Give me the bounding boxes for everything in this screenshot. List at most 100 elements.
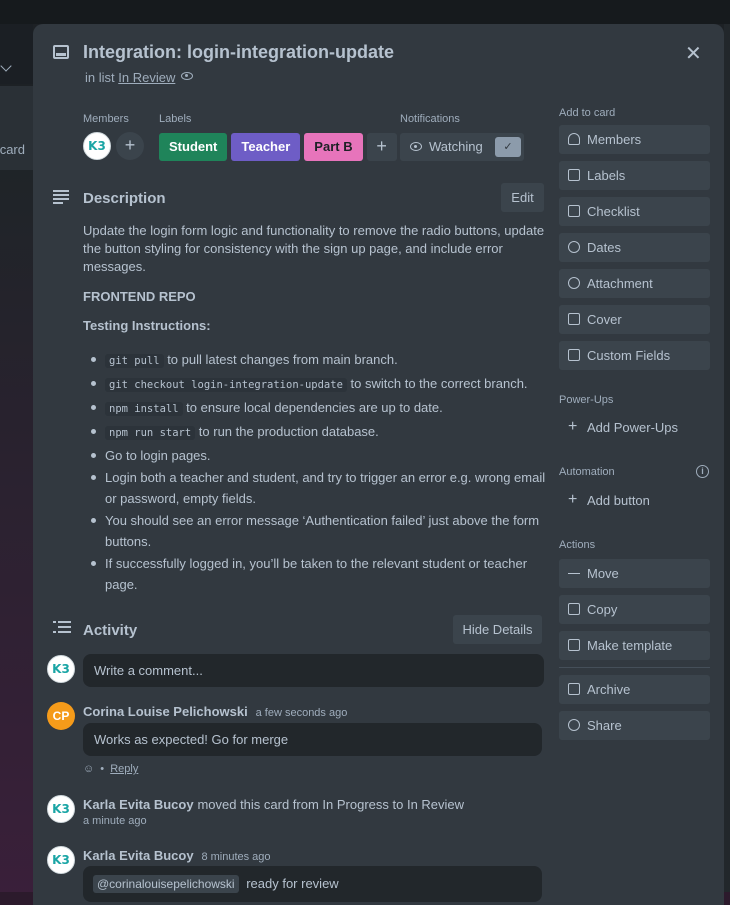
list-item: If successfully logged in, you’ll be tak…: [89, 553, 549, 595]
plus-icon: +: [568, 418, 578, 435]
list-item: npm install to ensure local dependencies…: [89, 397, 549, 420]
labels-label: Labels: [159, 113, 192, 125]
person-icon: [568, 133, 580, 145]
activity-entry-header: Karla Evita Bucoy 8 minutes ago: [83, 847, 271, 863]
sidebar-attachment-button[interactable]: Attachment: [559, 269, 710, 298]
close-icon[interactable]: ✕: [685, 44, 702, 64]
sidebar-checklist-button[interactable]: Checklist: [559, 197, 710, 226]
sidebar-dates-button[interactable]: Dates: [559, 233, 710, 262]
label-teacher[interactable]: Teacher: [231, 133, 301, 161]
activity-entry-header: Karla Evita Bucoy moved this card from I…: [83, 796, 464, 812]
card-list-info: in list In Review: [85, 70, 175, 85]
code-snippet: git checkout login-integration-update: [105, 378, 347, 392]
tag-icon: [568, 169, 580, 181]
timestamp[interactable]: a few seconds ago: [256, 707, 348, 719]
watching-button[interactable]: Watching ✓: [400, 133, 524, 161]
avatar[interactable]: K3: [47, 795, 75, 823]
code-snippet: git pull: [105, 354, 164, 368]
avatar[interactable]: K3: [83, 132, 111, 160]
eye-icon: [181, 72, 193, 80]
comment-text: Works as expected! Go for merge: [94, 732, 289, 747]
comment-input[interactable]: Write a comment...: [83, 654, 544, 687]
sidebar-button-label: Share: [587, 718, 622, 733]
board-card[interactable]: card: [0, 86, 33, 170]
add-label-button[interactable]: +: [366, 133, 397, 161]
board-background: [0, 170, 33, 905]
copy-icon: [568, 603, 580, 615]
sidebar-cover-button[interactable]: Cover: [559, 305, 710, 334]
powerups-label: Power-Ups: [559, 394, 614, 406]
add-button-button[interactable]: + Add button: [559, 486, 710, 515]
sidebar-button-label: Dates: [587, 240, 621, 255]
mention[interactable]: @corinalouisepelichowski: [93, 875, 239, 893]
board-header: [0, 0, 730, 24]
chevron-down-icon[interactable]: [0, 60, 12, 72]
sidebar-members-button[interactable]: Members: [559, 125, 710, 154]
add-reaction-icon[interactable]: ☺: [83, 763, 94, 775]
list-item-text: to switch to the correct branch.: [346, 376, 528, 391]
label-part-b[interactable]: Part B: [304, 133, 363, 161]
repo-heading: FRONTEND REPO: [83, 289, 196, 304]
sidebar-labels-button[interactable]: Labels: [559, 161, 710, 190]
comment-text: ready for review: [246, 876, 339, 891]
sidebar-divider: [559, 667, 710, 668]
activity-action: moved this card from In Progress to In R…: [197, 797, 465, 812]
activity-entry-header: Corina Louise Pelichowski a few seconds …: [83, 703, 347, 719]
eye-icon: [410, 142, 422, 151]
members-label: Members: [83, 113, 129, 125]
activity-icon: [53, 621, 71, 635]
timestamp[interactable]: a minute ago: [83, 815, 147, 827]
list-item: Login both a teacher and student, and tr…: [89, 467, 549, 509]
avatar[interactable]: K3: [47, 846, 75, 874]
list-item-text: to pull latest changes from main branch.: [163, 352, 398, 367]
check-icon: ✓: [495, 137, 521, 157]
author-name[interactable]: Karla Evita Bucoy: [83, 848, 194, 863]
sidebar-move-button[interactable]: Move: [559, 559, 710, 588]
add-member-button[interactable]: +: [116, 132, 144, 160]
description-paragraph: Update the login form logic and function…: [83, 223, 545, 274]
add-powerups-button[interactable]: + Add Power-Ups: [559, 413, 710, 442]
list-item-text: You should see an error message ‘Authent…: [105, 513, 540, 549]
actions-label: Actions: [559, 539, 596, 551]
list-item-text: to ensure local dependencies are up to d…: [182, 400, 443, 415]
automation-label: Automation: [559, 466, 615, 478]
sidebar-button-label: Copy: [587, 602, 618, 617]
edit-description-button[interactable]: Edit: [501, 183, 544, 212]
author-name[interactable]: Karla Evita Bucoy: [83, 797, 194, 812]
list-item-text: Login both a teacher and student, and tr…: [105, 470, 546, 506]
label-student[interactable]: Student: [159, 133, 228, 161]
avatar[interactable]: CP: [47, 702, 75, 730]
hide-details-button[interactable]: Hide Details: [453, 615, 542, 644]
notifications-label: Notifications: [400, 113, 460, 125]
arrow-right-icon: [568, 573, 580, 574]
custom-fields-icon: [568, 349, 580, 361]
card-title[interactable]: Integration: login-integration-update: [83, 42, 394, 63]
author-name[interactable]: Corina Louise Pelichowski: [83, 704, 248, 719]
label-list: Student Teacher Part B +: [159, 133, 397, 161]
list-item: git checkout login-integration-update to…: [89, 373, 549, 396]
comment-actions: ☺ • Reply: [83, 763, 139, 775]
list-item: Go to login pages.: [89, 445, 549, 466]
timestamp[interactable]: 8 minutes ago: [201, 851, 270, 863]
code-snippet: npm run start: [105, 426, 196, 440]
list-item-text: to run the production database.: [195, 424, 379, 439]
sidebar-button-label: Members: [587, 132, 642, 147]
sidebar-copy-button[interactable]: Copy: [559, 595, 710, 624]
board-right-edge: [724, 24, 730, 905]
info-icon[interactable]: i: [696, 465, 709, 478]
comment-body: Works as expected! Go for merge: [83, 723, 542, 756]
list-link[interactable]: In Review: [118, 70, 175, 85]
sidebar-make-template-button[interactable]: Make template: [559, 631, 710, 660]
description-icon: [53, 190, 69, 204]
add-powerups-label: Add Power-Ups: [587, 420, 679, 435]
card-icon: [53, 45, 69, 59]
comment-body: @corinalouisepelichowski ready for revie…: [83, 866, 542, 902]
archive-icon: [568, 683, 580, 695]
description-heading: Description: [83, 190, 166, 207]
avatar: K3: [47, 655, 75, 683]
reply-link[interactable]: Reply: [110, 763, 138, 775]
sidebar-share-button[interactable]: Share: [559, 711, 710, 740]
in-list-prefix: in list: [85, 70, 115, 85]
sidebar-archive-button[interactable]: Archive: [559, 675, 710, 704]
sidebar-custom-fields-button[interactable]: Custom Fields: [559, 341, 710, 370]
